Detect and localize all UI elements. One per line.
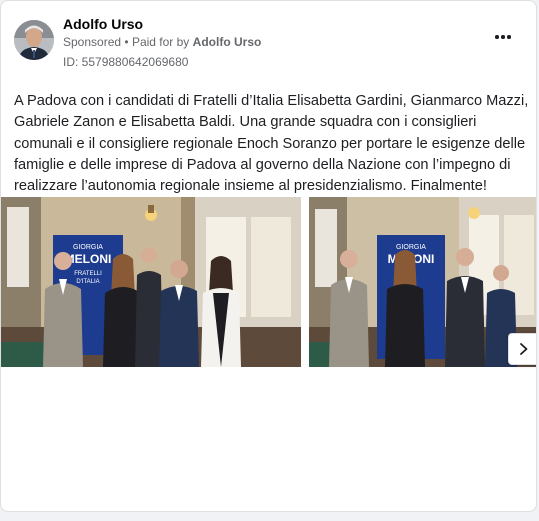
carousel-photo-2[interactable]: GIORGIA MELONI bbox=[309, 197, 536, 367]
sponsored-label: Sponsored bbox=[63, 35, 122, 49]
banner-top-text: GIORGIA bbox=[73, 244, 103, 251]
page-avatar[interactable] bbox=[14, 20, 54, 60]
image-carousel: GIORGIA MELONI FRATELLI D'ITALIA GIORGIA bbox=[1, 197, 536, 367]
ad-library-id: ID: 557988064206968​0 bbox=[63, 55, 189, 69]
carousel-next-button[interactable] bbox=[508, 333, 536, 365]
avatar-image bbox=[14, 20, 54, 60]
paid-for-prefix: Paid for by bbox=[131, 35, 190, 49]
more-options-button[interactable] bbox=[490, 27, 516, 47]
sponsored-line: Sponsored • Paid for by Adolfo Urso bbox=[63, 35, 261, 49]
more-dots-icon bbox=[495, 35, 499, 39]
meta-separator: • bbox=[124, 35, 129, 49]
photo-1-image: GIORGIA MELONI FRATELLI D'ITALIA bbox=[1, 197, 301, 367]
chevron-right-icon bbox=[519, 343, 527, 355]
page-name[interactable]: Adolfo Urso bbox=[63, 16, 143, 32]
more-dots-icon-dot bbox=[501, 35, 505, 39]
photo-2-image: GIORGIA MELONI bbox=[309, 197, 536, 367]
more-dots-icon-dot bbox=[507, 35, 511, 39]
carousel-photo-1[interactable]: GIORGIA MELONI FRATELLI D'ITALIA bbox=[1, 197, 301, 367]
banner-2-top-text: GIORGIA bbox=[396, 244, 426, 251]
ad-card: Adolfo Urso Sponsored • Paid for by Adol… bbox=[0, 0, 537, 512]
banner-sub-text: FRATELLI bbox=[74, 271, 102, 277]
paid-for-name[interactable]: Adolfo Urso bbox=[193, 35, 262, 49]
banner-sub2-text: D'ITALIA bbox=[76, 279, 99, 285]
ad-body-text: A Padova con i candidati di Fratelli d’I… bbox=[14, 93, 529, 195]
